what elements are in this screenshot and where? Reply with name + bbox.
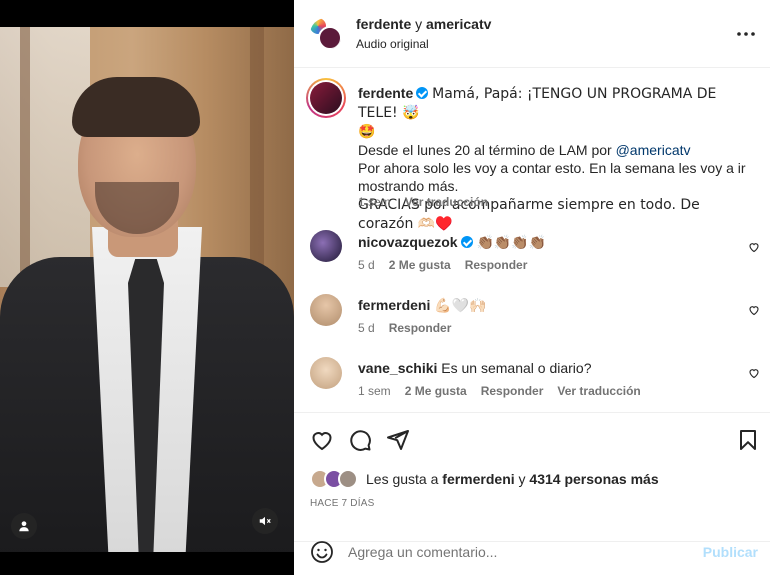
translate-link[interactable]: Ver traducción [557, 384, 640, 398]
comment-body: 👏🏽👏🏽👏🏽👏🏽 [476, 235, 547, 251]
reply-button[interactable]: Responder [481, 384, 544, 398]
comment-icon[interactable] [348, 428, 372, 452]
caption-line: Por ahora solo les voy a contar esto. En… [358, 160, 746, 176]
author-avatar[interactable] [310, 18, 342, 50]
post-header: ferdente y americatv Audio original [294, 0, 770, 68]
comment-username[interactable]: vane_schiki [358, 360, 437, 376]
liker-avatars[interactable] [310, 469, 358, 489]
caption-time[interactable]: 1 sem [358, 195, 391, 209]
likes-text: Les gusta a fermerdeni y 4314 personas m… [366, 471, 659, 487]
comment-meta: 5 d Responder [358, 321, 451, 335]
post-actions: Les gusta a fermerdeni y 4314 personas m… [294, 414, 770, 542]
verified-badge-icon [460, 236, 473, 248]
add-comment-bar: Publicar [294, 532, 770, 575]
comments-section: ferdente Mamá, Papá: ¡TENGO UN PROGRAMA … [294, 68, 770, 413]
comment-text: fermerdeni 💪🏻🤍🙌🏻 [358, 296, 748, 315]
comment-meta: 5 d 2 Me gusta Responder [358, 258, 527, 272]
comment-heart-icon[interactable] [748, 366, 760, 379]
caption-line: 🤩 [358, 124, 376, 140]
emoji-icon[interactable] [310, 540, 334, 564]
commenter-avatar[interactable] [310, 294, 342, 326]
comment-time[interactable]: 5 d [358, 321, 375, 335]
comment-username[interactable]: fermerdeni [358, 297, 430, 313]
comment-text: nicovazquezok 👏🏽👏🏽👏🏽👏🏽 [358, 233, 748, 252]
comment-username[interactable]: nicovazquezok [358, 234, 458, 250]
caption-text: ferdente Mamá, Papá: ¡TENGO UN PROGRAMA … [358, 84, 748, 233]
caption-avatar[interactable] [306, 78, 346, 118]
likes-prefix: Les gusta a [366, 471, 443, 487]
likes-summary: Les gusta a fermerdeni y 4314 personas m… [310, 468, 659, 490]
comment-heart-icon[interactable] [748, 303, 760, 316]
post-authors: ferdente y americatv [356, 16, 491, 32]
post-details-panel: ferdente y americatv Audio original ferd… [294, 0, 770, 575]
comment-body: 💪🏻🤍🙌🏻 [434, 298, 487, 314]
comment-body: Es un semanal o diario? [441, 360, 592, 376]
commenter-avatar[interactable] [310, 357, 342, 389]
likes-count[interactable]: 4314 personas más [529, 471, 658, 487]
author-username[interactable]: ferdente [356, 16, 411, 32]
commenter-avatar[interactable] [310, 230, 342, 262]
liker-username[interactable]: fermerdeni [442, 471, 514, 487]
likes-mid: y [514, 471, 530, 487]
comment-input[interactable] [348, 542, 688, 562]
verified-badge-icon [416, 87, 429, 99]
comment-likes[interactable]: 2 Me gusta [405, 384, 467, 398]
comment-meta: 1 sem 2 Me gusta Responder Ver traducció… [358, 384, 641, 398]
liker-avatar [338, 469, 358, 489]
person-hair [72, 77, 200, 137]
mention-link[interactable]: @americatv [616, 142, 691, 158]
caption-line: Desde el lunes 20 al término de LAM por [358, 142, 616, 158]
translate-link[interactable]: Ver traducción [405, 195, 488, 209]
comment-text: vane_schiki Es un semanal o diario? [358, 359, 748, 377]
publish-button[interactable]: Publicar [703, 544, 758, 560]
caption-line: mostrando más. [358, 178, 459, 194]
comment-time[interactable]: 1 sem [358, 384, 391, 398]
bookmark-icon[interactable] [736, 428, 760, 452]
user-tag-icon[interactable] [11, 513, 37, 539]
muted-speaker-icon[interactable] [252, 508, 278, 534]
video-frame[interactable] [0, 27, 294, 552]
more-horizontal-icon[interactable] [736, 26, 756, 42]
comment-time[interactable]: 5 d [358, 258, 375, 272]
share-icon[interactable] [386, 428, 410, 452]
heart-icon[interactable] [310, 428, 334, 452]
reply-button[interactable]: Responder [465, 258, 528, 272]
post-media[interactable] [0, 0, 294, 575]
caption-username[interactable]: ferdente [358, 85, 413, 101]
comment-likes[interactable]: 2 Me gusta [389, 258, 451, 272]
audio-label[interactable]: Audio original [356, 37, 429, 51]
comment-heart-icon[interactable] [748, 240, 760, 253]
caption-meta: 1 sem Ver traducción [358, 195, 488, 209]
coauthor-username[interactable]: americatv [426, 16, 491, 32]
author-connector: y [415, 16, 423, 32]
background-wall [0, 27, 90, 287]
post-date[interactable]: HACE 7 DÍAS [310, 498, 374, 509]
reply-button[interactable]: Responder [389, 321, 452, 335]
